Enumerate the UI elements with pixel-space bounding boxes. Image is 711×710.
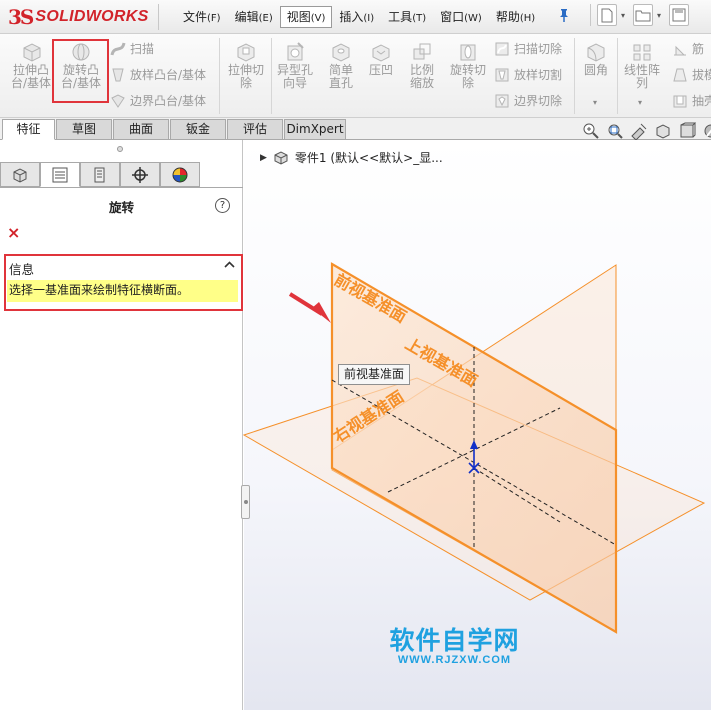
site-watermark: 软件自学网 WWW.RJZXW.COM (382, 626, 527, 667)
plane-tooltip: 前视基准面 (338, 364, 411, 385)
reference-planes-view: 前视基准面 上视基准面 右视基准面 (242, 262, 706, 634)
solidworks-window: 3S SOLIDWORKS 文件(F) 编辑(E) 视图(V) 插入(I) 工具… (0, 0, 711, 710)
watermark-url: WWW.RJZXW.COM (397, 654, 512, 666)
red-pointer-arrowhead (312, 302, 331, 323)
watermark-title: 软件自学网 (389, 626, 520, 655)
